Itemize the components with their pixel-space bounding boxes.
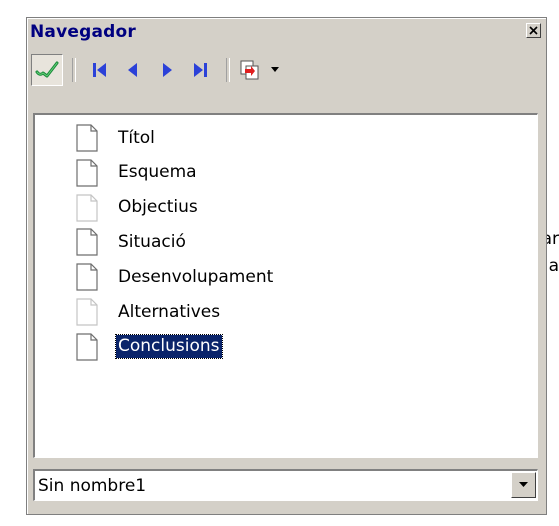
toolbar-separator	[72, 58, 76, 82]
previous-slide-button[interactable]	[117, 54, 149, 86]
slide-tree[interactable]: Títol Esquema Objectius Situació Desenvolupa…	[33, 113, 538, 458]
navigator-toolbar	[31, 50, 541, 90]
tree-item-label: Situació	[118, 231, 186, 252]
background-text-fragment: a	[548, 256, 559, 276]
page-icon	[76, 228, 98, 256]
page-icon	[76, 263, 98, 291]
tree-item-label: Esquema	[118, 162, 197, 183]
window-title: Navegador	[30, 22, 136, 42]
tree-item[interactable]: Conclusions	[75, 330, 223, 364]
last-slide-icon	[194, 63, 207, 77]
first-slide-icon	[93, 63, 106, 77]
tree-item[interactable]: Alternatives	[75, 295, 222, 329]
tree-item-label: Títol	[118, 127, 155, 148]
pointer-toggle-icon	[35, 61, 59, 78]
page-icon	[76, 124, 98, 152]
tree-item[interactable]: Desenvolupament	[75, 260, 275, 294]
last-slide-button[interactable]	[185, 54, 217, 86]
chevron-down-icon	[519, 482, 528, 487]
tree-item-label: Objectius	[118, 197, 198, 218]
chevron-down-icon	[271, 67, 279, 72]
tree-item[interactable]: Situació	[75, 225, 188, 259]
title-bar[interactable]: Navegador	[30, 21, 544, 43]
next-slide-icon	[163, 63, 172, 77]
page-icon	[76, 193, 98, 222]
drag-mode-button[interactable]	[237, 54, 281, 86]
document-select[interactable]: Sin nombre1	[33, 469, 538, 501]
page-icon	[76, 333, 98, 361]
first-slide-button[interactable]	[83, 54, 115, 86]
next-slide-button[interactable]	[151, 54, 183, 86]
close-button[interactable]	[526, 23, 541, 38]
tree-item[interactable]: Objectius	[75, 191, 200, 225]
document-select-button[interactable]	[511, 472, 536, 498]
page-icon	[76, 298, 98, 326]
pointer-toggle-button[interactable]	[31, 54, 63, 86]
tree-item[interactable]: Títol	[75, 121, 157, 155]
tree-item-label: Alternatives	[118, 301, 221, 322]
tree-item[interactable]: Esquema	[75, 156, 199, 190]
navigator-window: Navegador Títol Esquema Objectius Situac…	[26, 17, 547, 515]
page-icon	[76, 159, 98, 187]
close-icon	[529, 26, 538, 35]
previous-slide-icon	[128, 63, 137, 77]
toolbar-separator	[226, 58, 230, 82]
tree-item-label: Conclusions	[115, 334, 223, 360]
document-select-value: Sin nombre1	[38, 476, 147, 496]
drag-mode-icon	[240, 60, 259, 80]
tree-item-label: Desenvolupament	[118, 266, 274, 287]
